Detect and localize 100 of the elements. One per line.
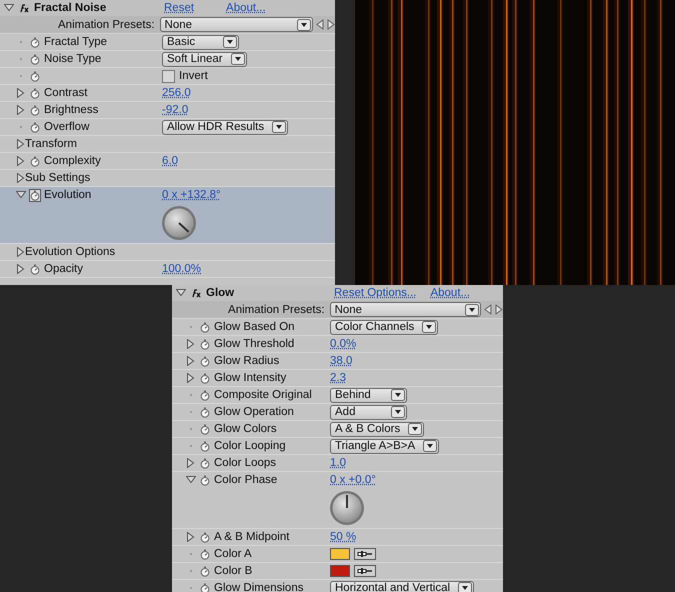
property-row[interactable]: Transform (0, 136, 335, 153)
property-row[interactable]: Evolution 0 x +132.8° (0, 187, 335, 244)
property-row[interactable]: Color Loops 1.0 (172, 455, 503, 472)
value-field[interactable]: -92.0 (162, 104, 188, 116)
property-row[interactable]: Opacity 100.0% (0, 261, 335, 278)
color-swatch[interactable] (330, 565, 350, 577)
twirl-right-icon[interactable] (186, 532, 196, 542)
presets-dropdown[interactable]: None (160, 17, 314, 32)
twirl-right-icon[interactable] (16, 247, 26, 257)
next-arrow-icon[interactable] (495, 304, 503, 315)
value-field[interactable]: 38.0 (330, 355, 352, 367)
dropdown[interactable]: Behind (330, 388, 407, 402)
property-row[interactable]: Color B (172, 563, 503, 580)
dropdown[interactable]: Soft Linear (162, 52, 247, 66)
property-row[interactable]: Glow Dimensions Horizontal and Vertical (172, 580, 503, 592)
stopwatch-icon[interactable] (30, 36, 40, 48)
dropdown[interactable]: Add (330, 404, 407, 420)
previous-arrow-icon[interactable] (484, 304, 492, 315)
color-swatch[interactable] (330, 548, 350, 560)
property-row[interactable]: Overflow Allow HDR Results (0, 119, 335, 136)
property-row[interactable]: Color A (172, 546, 503, 563)
dropdown[interactable]: Horizontal and Vertical (330, 580, 474, 592)
stopwatch-icon[interactable] (30, 54, 40, 64)
twirl-right-icon[interactable] (186, 339, 196, 349)
value-field[interactable]: 0 x +132.8° (162, 189, 221, 201)
property-row[interactable]: Evolution Options (0, 244, 335, 261)
value-field[interactable]: 50 % (330, 531, 356, 543)
value-field[interactable]: 0 x +0.0° (330, 474, 376, 486)
stopwatch-icon[interactable] (30, 264, 40, 274)
property-row[interactable]: Color Looping Triangle A>B>A (172, 438, 503, 455)
header-link[interactable]: About... (226, 2, 266, 14)
value-field[interactable]: 100.0% (162, 263, 202, 275)
twirl-down-icon[interactable] (176, 288, 186, 298)
stopwatch-icon[interactable] (200, 406, 210, 418)
header-link[interactable]: About... (430, 287, 470, 299)
property-row[interactable]: Glow Threshold 0.0% (172, 336, 503, 353)
stopwatch-icon[interactable] (200, 548, 210, 560)
twirl-down-icon[interactable] (4, 3, 14, 13)
property-row[interactable]: Glow Operation Add (172, 404, 503, 421)
stopwatch-icon[interactable] (200, 372, 210, 384)
angle-dial[interactable] (161, 205, 197, 241)
angle-dial[interactable] (329, 490, 365, 526)
stopwatch-icon[interactable] (30, 70, 40, 82)
stopwatch-icon[interactable] (200, 474, 210, 486)
twirl-right-icon[interactable] (186, 356, 196, 366)
value-field[interactable]: 6.0 (162, 155, 178, 167)
property-row[interactable]: Glow Radius 38.0 (172, 353, 503, 370)
value-field[interactable]: 0.0% (330, 338, 356, 350)
twirl-right-icon[interactable] (16, 264, 26, 274)
stopwatch-icon[interactable] (200, 390, 210, 400)
value-field[interactable]: 256.0 (162, 87, 191, 99)
twirl-right-icon[interactable] (186, 373, 196, 383)
stopwatch-icon[interactable] (200, 322, 210, 332)
twirl-right-icon[interactable] (16, 139, 26, 149)
dropdown[interactable]: Color Channels (330, 320, 438, 334)
dropdown[interactable]: Basic (162, 34, 239, 50)
dropdown[interactable]: A & B Colors (330, 422, 424, 436)
twirl-down-icon[interactable] (186, 475, 196, 485)
property-row[interactable]: Glow Intensity 2.3 (172, 370, 503, 387)
stopwatch-icon[interactable] (30, 104, 40, 116)
twirl-right-icon[interactable] (16, 173, 26, 183)
stopwatch-icon[interactable] (200, 582, 210, 592)
stopwatch-icon[interactable] (200, 458, 210, 468)
twirl-right-icon[interactable] (16, 88, 26, 98)
property-row[interactable]: Complexity 6.0 (0, 153, 335, 170)
twirl-down-icon[interactable] (16, 190, 26, 200)
stopwatch-icon[interactable] (30, 156, 40, 166)
checkbox[interactable] (162, 70, 175, 82)
property-row[interactable]: Noise Type Soft Linear (0, 51, 335, 68)
property-row[interactable]: A & B Midpoint 50 % (172, 529, 503, 546)
previous-arrow-icon[interactable] (316, 19, 324, 30)
stopwatch-icon[interactable] (200, 566, 210, 576)
presets-dropdown[interactable]: None (330, 302, 482, 317)
twirl-right-icon[interactable] (16, 105, 26, 115)
value-field[interactable]: 2.3 (330, 372, 346, 384)
next-arrow-icon[interactable] (327, 19, 335, 30)
eyedropper-button[interactable] (354, 565, 376, 577)
stopwatch-icon[interactable] (200, 440, 210, 452)
stopwatch-icon[interactable] (30, 190, 40, 200)
property-row[interactable]: Contrast 256.0 (0, 85, 335, 102)
stopwatch-icon[interactable] (30, 88, 40, 98)
property-row[interactable]: Glow Colors A & B Colors (172, 421, 503, 438)
dropdown[interactable]: Allow HDR Results (162, 120, 288, 134)
eyedropper-button[interactable] (354, 548, 376, 560)
property-row[interactable]: Fractal Type Basic (0, 34, 335, 51)
dropdown[interactable]: Triangle A>B>A (330, 438, 440, 454)
twirl-right-icon[interactable] (16, 156, 26, 166)
stopwatch-icon[interactable] (200, 338, 210, 350)
property-row[interactable]: Glow Based On Color Channels (172, 319, 503, 336)
stopwatch-icon[interactable] (200, 356, 210, 366)
stopwatch-icon[interactable] (200, 424, 210, 434)
value-field[interactable]: 1.0 (330, 457, 346, 469)
property-row[interactable]: Invert (0, 68, 335, 85)
twirl-right-icon[interactable] (186, 458, 196, 468)
header-link[interactable]: Reset Options... (334, 287, 416, 299)
stopwatch-icon[interactable] (30, 122, 40, 132)
header-link[interactable]: Reset (164, 2, 194, 14)
stopwatch-icon[interactable] (200, 532, 210, 542)
property-row[interactable]: Composite Original Behind (172, 387, 503, 404)
property-row[interactable]: Color Phase 0 x +0.0° (172, 472, 503, 529)
